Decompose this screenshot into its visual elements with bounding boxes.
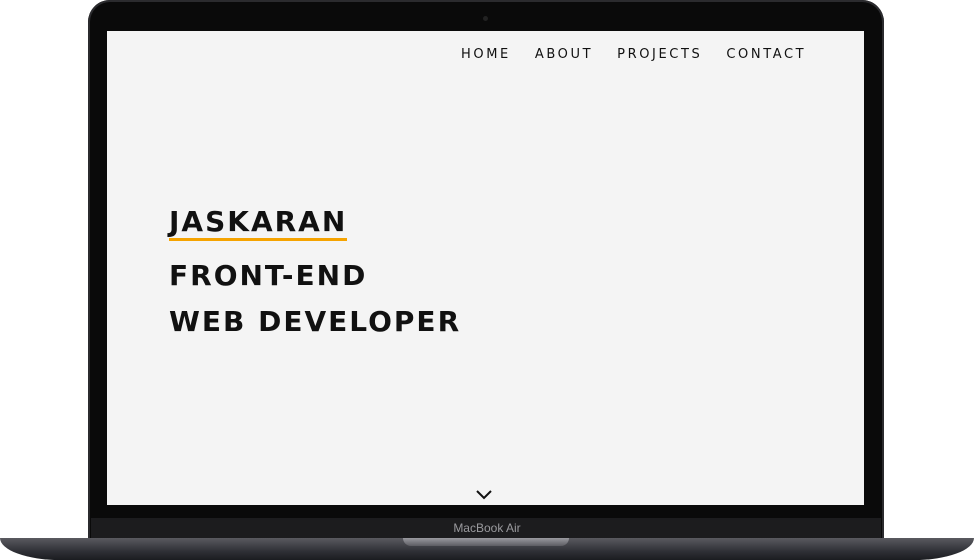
hero: JASKARAN FRONT-END WEB DEVELOPER	[169, 199, 461, 345]
hero-role-line1: FRONT-END	[169, 259, 368, 292]
device-label: MacBook Air	[453, 521, 521, 535]
hero-name: JASKARAN	[169, 206, 348, 241]
nav-contact[interactable]: CONTACT	[726, 47, 806, 62]
camera	[483, 16, 488, 21]
chevron-down-icon[interactable]	[476, 485, 492, 504]
nav-about[interactable]: ABOUT	[535, 47, 593, 62]
nav-home[interactable]: HOME	[461, 47, 511, 62]
website-screen: HOME ABOUT PROJECTS CONTACT JASKARAN FRO…	[107, 31, 864, 505]
hero-role-line2: WEB DEVELOPER	[169, 305, 462, 338]
laptop-notch	[403, 538, 569, 546]
nav-projects[interactable]: PROJECTS	[617, 47, 702, 62]
top-nav: HOME ABOUT PROJECTS CONTACT	[461, 47, 830, 62]
